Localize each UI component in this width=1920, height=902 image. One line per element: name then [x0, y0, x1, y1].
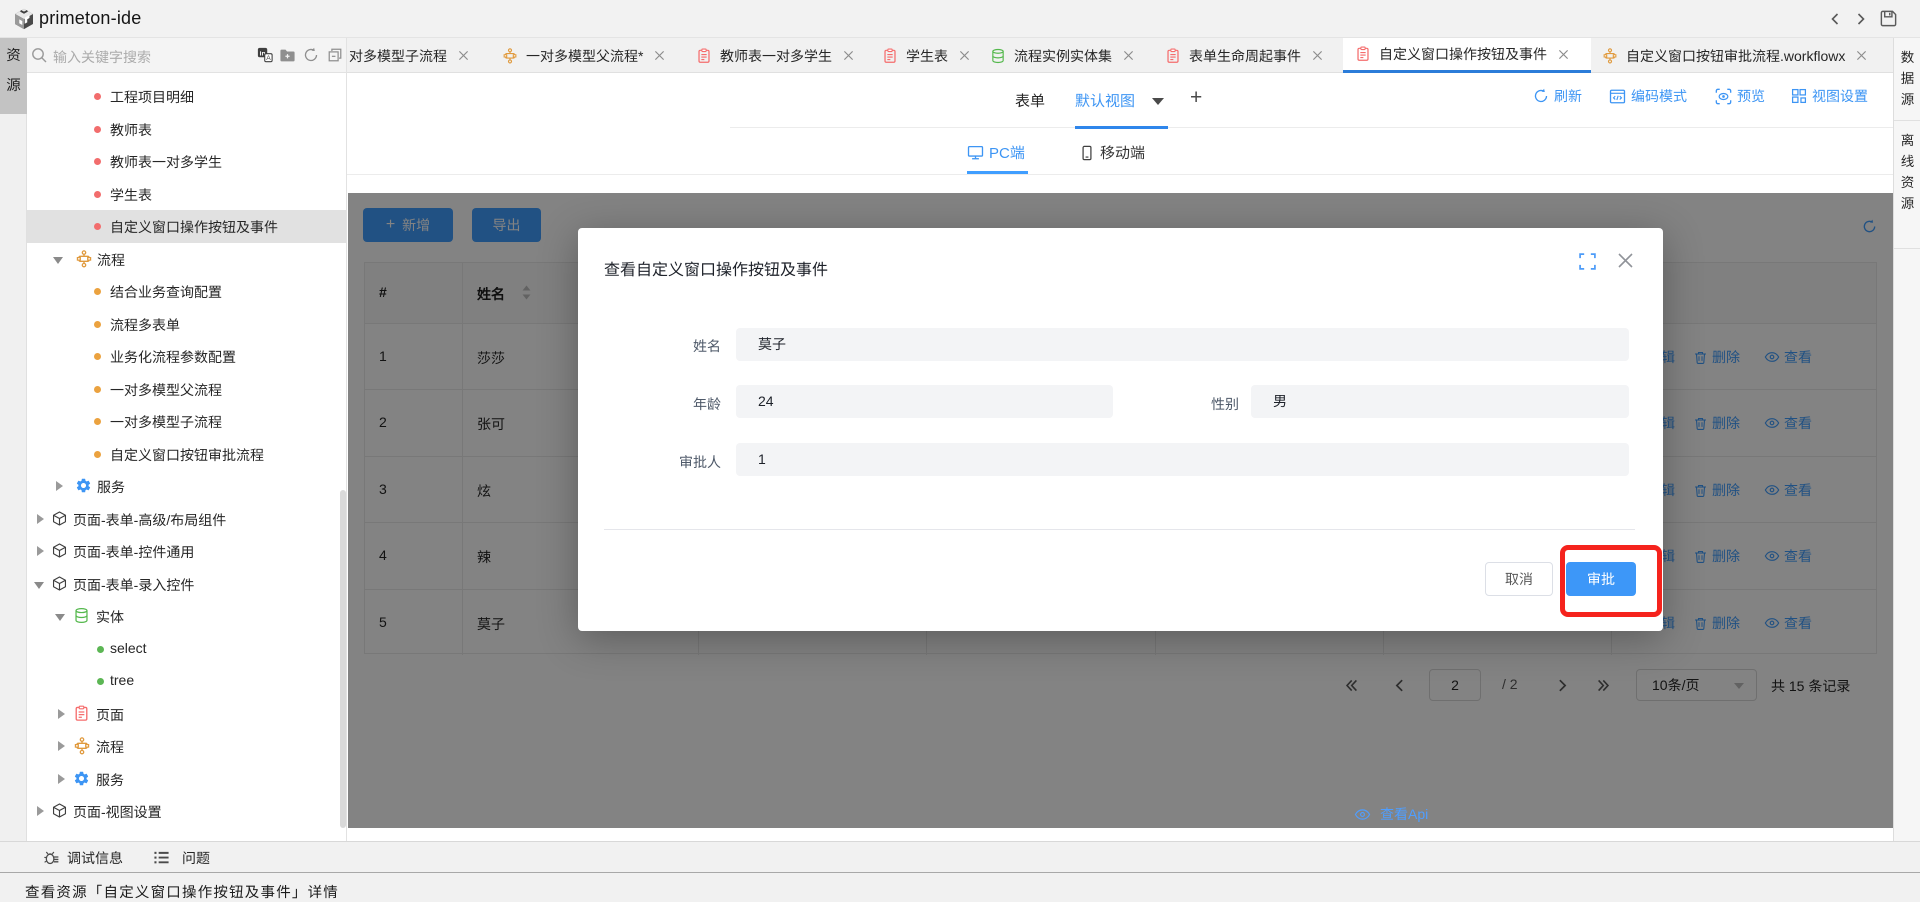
- svg-text:A: A: [266, 55, 271, 62]
